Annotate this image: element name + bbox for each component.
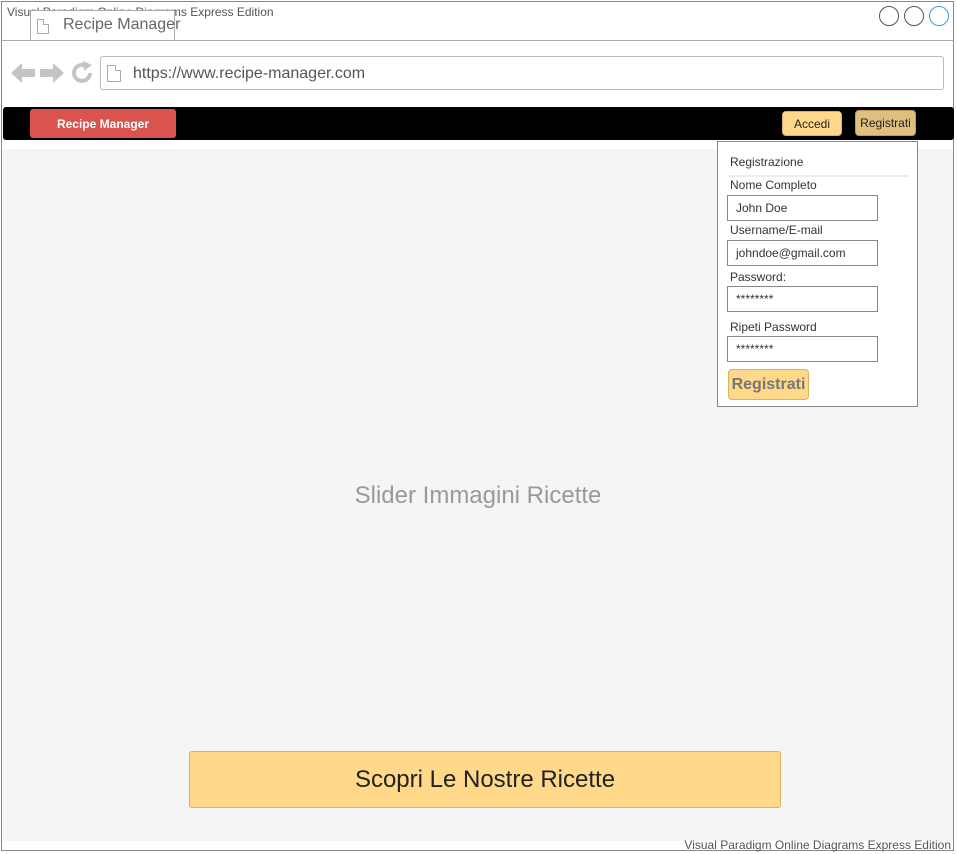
minimize-button[interactable]	[879, 6, 899, 26]
tab-title: Recipe Manager	[63, 16, 181, 33]
repeat-password-field[interactable]: ********	[727, 336, 878, 362]
tab-divider	[1, 40, 954, 41]
username-email-field[interactable]: johndoe@gmail.com	[727, 240, 878, 266]
page-icon	[37, 19, 49, 34]
watermark-bottom: Visual Paradigm Online Diagrams Express …	[684, 838, 951, 852]
address-bar[interactable]: https://www.recipe-manager.com	[100, 56, 944, 90]
repeat-password-label: Ripeti Password	[730, 320, 817, 334]
discover-recipes-button[interactable]: Scopri Le Nostre Ricette	[189, 751, 781, 808]
register-button[interactable]: Registrati	[855, 110, 916, 136]
registration-dropdown: Registrazione Nome Completo John Doe Use…	[717, 141, 918, 407]
divider	[729, 175, 909, 177]
forward-arrow-icon[interactable]	[40, 61, 64, 85]
username-label: Username/E-mail	[730, 223, 823, 237]
refresh-icon[interactable]	[70, 61, 94, 85]
browser-tab[interactable]: Recipe Manager	[30, 10, 180, 40]
password-label: Password:	[730, 270, 787, 284]
navbar: Recipe Manager Accedi Registrati	[3, 107, 954, 140]
url-text[interactable]: https://www.recipe-manager.com	[133, 65, 365, 83]
back-arrow-icon[interactable]	[11, 61, 35, 85]
password-field[interactable]: ********	[727, 286, 878, 312]
close-button[interactable]	[929, 6, 949, 26]
brand-button[interactable]: Recipe Manager	[30, 109, 176, 138]
page-icon	[107, 65, 121, 82]
registration-title: Registrazione	[730, 155, 804, 169]
register-submit-button[interactable]: Registrati	[728, 369, 809, 400]
full-name-label: Nome Completo	[730, 178, 817, 192]
slider-placeholder-text: Slider Immagini Ricette	[354, 482, 602, 509]
maximize-button[interactable]	[904, 6, 924, 26]
full-name-field[interactable]: John Doe	[727, 195, 878, 221]
login-button[interactable]: Accedi	[782, 111, 842, 136]
